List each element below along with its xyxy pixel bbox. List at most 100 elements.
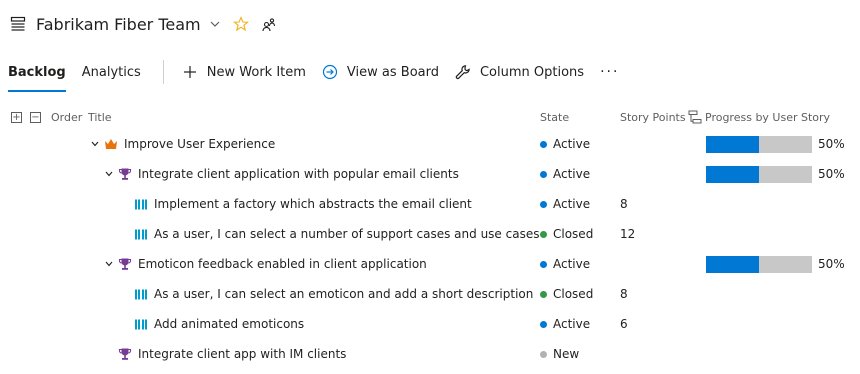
more-options-button[interactable]: ···: [592, 64, 627, 80]
chevron-down-icon[interactable]: [209, 18, 221, 30]
column-header-title[interactable]: Title: [88, 108, 112, 126]
book-icon: [134, 197, 148, 211]
row-title[interactable]: Implement a factory which abstracts the …: [134, 189, 472, 219]
table-row[interactable]: Integrate client application with popula…: [0, 159, 860, 189]
new-work-item-button[interactable]: New Work Item: [174, 58, 314, 86]
arrow-circle-icon: [322, 64, 338, 80]
plus-icon: [182, 64, 198, 80]
row-title[interactable]: Improve User Experience: [104, 129, 275, 159]
progress-header-label: Progress by User Story: [705, 110, 831, 124]
collapse-all-button[interactable]: −: [30, 108, 41, 126]
progress-percent: 50%: [818, 257, 845, 271]
state-label: Active: [553, 167, 591, 181]
state-dot: [540, 320, 547, 328]
chevron-down-icon[interactable]: [104, 159, 116, 189]
state-dot: [540, 350, 547, 358]
book-icon: [134, 287, 148, 301]
state-label: Closed: [553, 227, 594, 241]
progress-bar: [706, 249, 812, 279]
state-dot: [540, 290, 547, 298]
row-title-text: Integrate client application with popula…: [138, 167, 459, 181]
team-title[interactable]: Fabrikam Fiber Team: [36, 15, 201, 34]
row-state: Active: [540, 309, 590, 339]
column-options-label: Column Options: [479, 64, 585, 80]
progress-percent: 50%: [818, 167, 845, 181]
row-state: Active: [540, 189, 590, 219]
row-state: New: [540, 339, 579, 369]
toolbar-divider: [162, 60, 164, 84]
row-title[interactable]: Add animated emoticons: [134, 309, 304, 339]
state-label: Active: [553, 137, 591, 151]
row-title[interactable]: As a user, I can select a number of supp…: [134, 219, 539, 249]
hierarchy-icon: [688, 110, 702, 124]
table-row[interactable]: Improve User Experience Active 50%: [0, 129, 860, 159]
table-row[interactable]: Add animated emoticons Active 6: [0, 309, 860, 339]
star-icon[interactable]: [232, 16, 249, 32]
row-points: 8: [620, 197, 628, 211]
column-header-order[interactable]: Order: [51, 108, 82, 126]
view-as-board-button[interactable]: View as Board: [314, 58, 447, 86]
team-members-icon[interactable]: [261, 16, 277, 32]
tab-backlog[interactable]: Backlog: [0, 58, 74, 92]
progress-percent: 50%: [818, 137, 845, 151]
row-title-text: Integrate client app with IM clients: [138, 347, 347, 361]
column-options-button[interactable]: Column Options: [447, 58, 592, 86]
toolbar: Backlog Analytics New Work Item View as …: [0, 58, 860, 92]
row-points: 12: [620, 227, 636, 241]
row-title-text: As a user, I can select a number of supp…: [154, 227, 540, 241]
progress-bar: [706, 159, 812, 189]
row-state: Active: [540, 249, 590, 279]
row-points: 8: [620, 287, 628, 301]
progress-bar: [706, 129, 812, 159]
state-label: Closed: [553, 287, 594, 301]
state-dot: [540, 260, 547, 268]
row-title[interactable]: As a user, I can select an emoticon and …: [134, 279, 533, 309]
state-label: Active: [553, 317, 591, 331]
row-title[interactable]: Emoticon feedback enabled in client appl…: [118, 249, 427, 279]
column-header-story-points[interactable]: Story Points: [620, 108, 686, 126]
table-row[interactable]: Integrate client app with IM clients New: [0, 339, 860, 369]
row-title-text: As a user, I can select an emoticon and …: [154, 287, 534, 301]
tab-analytics[interactable]: Analytics: [74, 58, 149, 86]
row-state: Closed: [540, 279, 593, 309]
row-title[interactable]: Integrate client app with IM clients: [118, 339, 346, 369]
table-row[interactable]: As a user, I can select an emoticon and …: [0, 279, 860, 309]
state-dot: [540, 230, 547, 238]
book-icon: [134, 317, 148, 331]
trophy-icon: [118, 257, 132, 271]
chevron-down-icon[interactable]: [104, 249, 116, 279]
crown-icon: [104, 137, 118, 151]
row-state: Closed: [540, 219, 593, 249]
row-state: Active: [540, 159, 590, 189]
state-label: New: [553, 347, 580, 361]
row-points: 6: [620, 317, 628, 331]
row-title-text: Implement a factory which abstracts the …: [154, 197, 472, 211]
row-state: Active: [540, 129, 590, 159]
collapse-all-icon: −: [30, 111, 41, 123]
column-header-state[interactable]: State: [540, 108, 569, 126]
trophy-icon: [118, 167, 132, 181]
new-work-item-label: New Work Item: [206, 64, 306, 80]
wrench-icon: [455, 64, 471, 80]
state-dot: [540, 200, 547, 208]
backlog-icon: [10, 15, 26, 33]
state-label: Active: [553, 197, 591, 211]
state-dot: [540, 170, 547, 178]
state-dot: [540, 140, 547, 148]
table-row[interactable]: As a user, I can select a number of supp…: [0, 219, 860, 249]
view-as-board-label: View as Board: [346, 64, 439, 80]
trophy-icon: [118, 347, 132, 361]
column-header-progress[interactable]: Progress by User Story: [688, 108, 830, 126]
row-title-text: Emoticon feedback enabled in client appl…: [138, 257, 427, 271]
table-row[interactable]: Implement a factory which abstracts the …: [0, 189, 860, 219]
table-row[interactable]: Emoticon feedback enabled in client appl…: [0, 249, 860, 279]
expand-all-icon: +: [11, 111, 22, 123]
page-header: Fabrikam Fiber Team: [10, 12, 277, 36]
row-title[interactable]: Integrate client application with popula…: [118, 159, 459, 189]
expand-all-button[interactable]: +: [11, 108, 22, 126]
chevron-down-icon[interactable]: [90, 129, 102, 159]
state-label: Active: [553, 257, 591, 271]
row-title-text: Add animated emoticons: [154, 317, 305, 331]
row-title-text: Improve User Experience: [124, 137, 276, 151]
book-icon: [134, 227, 148, 241]
